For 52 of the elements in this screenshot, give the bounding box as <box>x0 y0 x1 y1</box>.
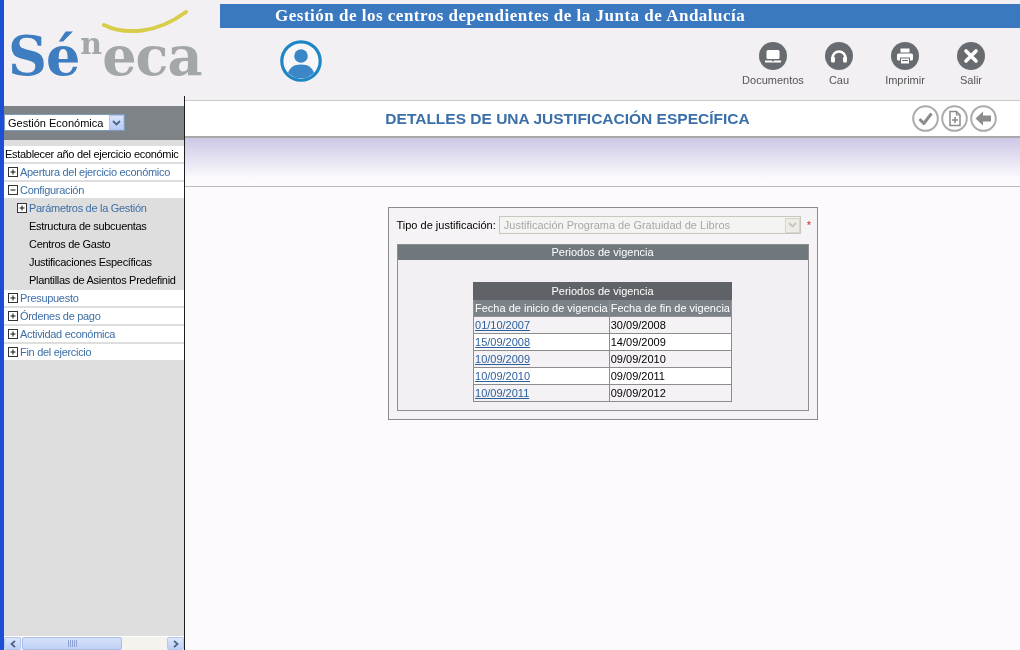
expand-icon[interactable] <box>8 311 18 321</box>
toolbar-button[interactable]: Imprimir <box>872 42 938 86</box>
menu-item[interactable]: Justificaciones Específicas <box>4 254 184 270</box>
toolbar-button[interactable]: Salir <box>938 42 1004 86</box>
scrollbar-thumb[interactable] <box>22 637 122 650</box>
toolbar-button[interactable]: Cau <box>806 42 872 86</box>
chevron-right-icon <box>172 639 179 648</box>
required-mark: * <box>806 219 812 231</box>
chevron-left-icon <box>9 639 16 648</box>
menu-item[interactable]: Configuración <box>4 182 184 198</box>
menu-item[interactable]: Estructura de subcuentas <box>4 218 184 234</box>
printer-icon <box>891 42 919 70</box>
menu-item[interactable]: Órdenes de pago <box>4 308 184 324</box>
scroll-left-button[interactable] <box>4 637 21 650</box>
laptop-icon <box>759 42 787 70</box>
menu-item[interactable]: Centros de Gasto <box>4 236 184 252</box>
table-caption: Periodos de vigencia <box>473 282 732 300</box>
expand-icon[interactable] <box>8 329 18 339</box>
menu-item[interactable]: Establecer año del ejercicio económic <box>4 146 184 162</box>
menu-item[interactable]: Apertura del ejercicio económico <box>4 164 184 180</box>
module-select[interactable]: Gestión Económica <box>4 114 125 131</box>
field-label: Tipo de justificación: <box>396 219 496 231</box>
chevron-down-icon <box>787 222 797 228</box>
expand-icon[interactable] <box>17 203 27 213</box>
menu-item[interactable]: Presupuesto <box>4 290 184 306</box>
date-link[interactable]: 01/10/2007 <box>475 319 531 331</box>
expand-icon[interactable] <box>8 167 18 177</box>
user-icon[interactable] <box>280 40 322 82</box>
menu-item[interactable]: Parámetros de la Gestión <box>4 200 184 216</box>
add-document-icon[interactable] <box>941 105 968 132</box>
date-link[interactable]: 10/09/2010 <box>475 370 531 382</box>
check-icon[interactable] <box>912 105 939 132</box>
menu-item[interactable]: Plantillas de Asientos Predefinid <box>4 272 184 288</box>
collapse-icon[interactable] <box>8 185 18 195</box>
close-icon <box>957 42 985 70</box>
date-link[interactable]: 15/09/2008 <box>475 336 531 348</box>
headset-icon <box>825 42 853 70</box>
toolbar-button[interactable]: Documentos <box>740 42 806 86</box>
date-link[interactable]: 10/09/2011 <box>475 387 530 399</box>
swoosh-icon <box>102 10 188 34</box>
panel-header: Periodos de vigencia <box>397 245 808 260</box>
date-link[interactable]: 10/09/2009 <box>475 353 531 365</box>
expand-icon[interactable] <box>8 347 18 357</box>
page-title: DETALLES DE UNA JUSTIFICACIÓN ESPECÍFICA <box>384 109 751 128</box>
menu-item[interactable]: Actividad económica <box>4 326 184 342</box>
expand-icon[interactable] <box>8 293 18 303</box>
chevron-down-icon <box>112 119 121 126</box>
dropdown-button[interactable] <box>109 115 124 130</box>
scroll-right-button[interactable] <box>167 637 184 650</box>
menu-item[interactable]: Fin del ejercicio <box>4 344 184 360</box>
grip-icon <box>67 640 77 647</box>
title-banner: Gestión de los centros dependientes de la Junta de Andalucía <box>220 4 1020 28</box>
